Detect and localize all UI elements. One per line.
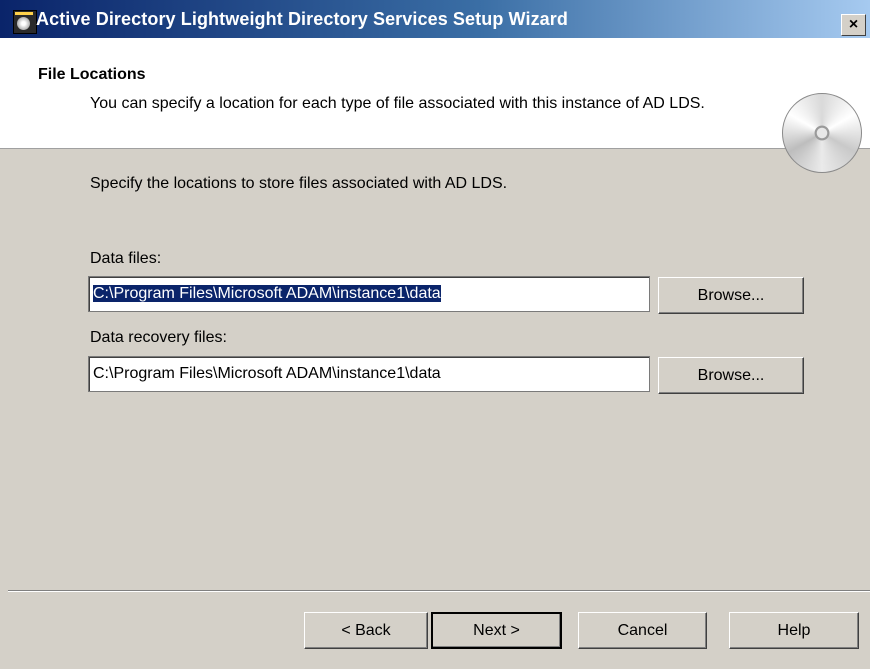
window-title: Active Directory Lightweight Directory S…: [36, 9, 568, 29]
page-subtitle: You can specify a location for each type…: [90, 95, 705, 112]
browse-data-files-button[interactable]: Browse...: [658, 277, 804, 314]
header-panel: File Locations You can specify a locatio…: [0, 38, 870, 173]
data-files-path-text: C:\Program Files\Microsoft ADAM\instance…: [93, 285, 441, 302]
help-button[interactable]: Help: [729, 612, 859, 649]
cd-disc-icon: [782, 93, 862, 173]
setup-wizard-window: Active Directory Lightweight Directory S…: [0, 0, 870, 669]
back-button[interactable]: < Back: [304, 612, 428, 649]
instructions-text: Specify the locations to store files ass…: [90, 175, 508, 192]
data-recovery-files-input[interactable]: C:\Program Files\Microsoft ADAM\instance…: [88, 356, 650, 392]
next-button[interactable]: Next >: [431, 612, 562, 649]
title-bar[interactable]: Active Directory Lightweight Directory S…: [0, 0, 870, 38]
close-button[interactable]: ×: [841, 14, 866, 36]
footer-separator: [8, 590, 870, 592]
data-recovery-files-path-text: C:\Program Files\Microsoft ADAM\instance…: [93, 365, 441, 382]
data-recovery-files-label: Data recovery files:: [90, 329, 227, 346]
data-files-label: Data files:: [90, 250, 162, 267]
wizard-app-icon: [13, 10, 37, 34]
page-title: File Locations: [38, 66, 146, 83]
data-files-input[interactable]: C:\Program Files\Microsoft ADAM\instance…: [88, 276, 650, 312]
cancel-button[interactable]: Cancel: [578, 612, 707, 649]
browse-data-recovery-files-button[interactable]: Browse...: [658, 357, 804, 394]
close-icon: ×: [848, 16, 859, 33]
